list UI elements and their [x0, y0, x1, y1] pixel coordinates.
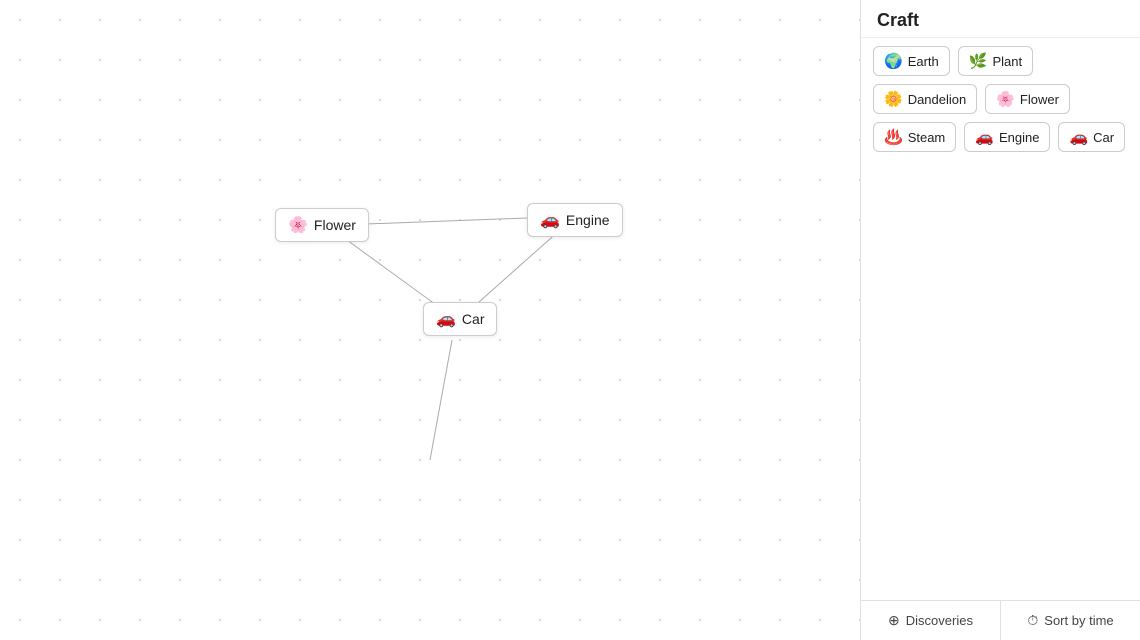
flower-emoji: 🌸	[996, 90, 1015, 108]
steam-label: Steam	[908, 130, 946, 145]
sort-icon: ⏱	[1027, 612, 1038, 629]
engine-node-emoji: 🚗	[540, 210, 560, 230]
chip-plant[interactable]: 🌿 Plant	[958, 46, 1033, 76]
sidebar-title: Craft	[877, 10, 919, 30]
engine-emoji: 🚗	[975, 128, 994, 146]
chip-dandelion[interactable]: 🌼 Dandelion	[873, 84, 977, 114]
sidebar: Craft 🌍 Earth 🌿 Plant 🌼 Dandelion 🌸 Flower ♨️ Ste…	[860, 0, 1140, 640]
plant-emoji: 🌿	[969, 52, 988, 70]
line-2	[470, 230, 560, 310]
sort-by-time-button[interactable]: ⏱ Sort by time	[1000, 601, 1140, 640]
sidebar-header: Craft	[861, 0, 1140, 38]
car-node[interactable]: 🚗 Car	[423, 302, 497, 336]
chip-steam[interactable]: ♨️ Steam	[873, 122, 956, 152]
flower-node[interactable]: 🌸 Flower	[275, 208, 369, 242]
chip-flower[interactable]: 🌸 Flower	[985, 84, 1070, 114]
dandelion-emoji: 🌼	[884, 90, 903, 108]
discoveries-button[interactable]: ⊕ Discoveries	[861, 601, 1000, 640]
car-label: Car	[1093, 130, 1114, 145]
earth-label: Earth	[908, 54, 939, 69]
discoveries-icon: ⊕	[888, 612, 900, 629]
chip-earth[interactable]: 🌍 Earth	[873, 46, 950, 76]
car-emoji: 🚗	[1069, 128, 1088, 146]
sort-label: Sort by time	[1044, 613, 1113, 628]
dandelion-label: Dandelion	[908, 92, 967, 107]
flower-label: Flower	[1020, 92, 1059, 107]
steam-emoji: ♨️	[884, 128, 903, 146]
engine-label: Engine	[999, 130, 1039, 145]
engine-node-label: Engine	[566, 212, 610, 228]
car-node-label: Car	[462, 311, 485, 327]
bottom-bar: ⊕ Discoveries ⏱ Sort by time	[861, 600, 1140, 640]
line-3	[430, 340, 452, 460]
chip-car[interactable]: 🚗 Car	[1058, 122, 1125, 152]
chip-engine[interactable]: 🚗 Engine	[964, 122, 1050, 152]
earth-emoji: 🌍	[884, 52, 903, 70]
flower-node-emoji: 🌸	[288, 215, 308, 235]
flower-node-label: Flower	[314, 217, 356, 233]
plant-label: Plant	[992, 54, 1022, 69]
sidebar-chips: 🌍 Earth 🌿 Plant 🌼 Dandelion 🌸 Flower ♨️ Steam 🚗 Eng…	[861, 38, 1140, 600]
engine-node[interactable]: 🚗 Engine	[527, 203, 623, 237]
canvas-area[interactable]: 🌸 Flower 🚗 Engine 🚗 Car	[0, 0, 860, 640]
discoveries-label: Discoveries	[906, 613, 973, 628]
car-node-emoji: 🚗	[436, 309, 456, 329]
